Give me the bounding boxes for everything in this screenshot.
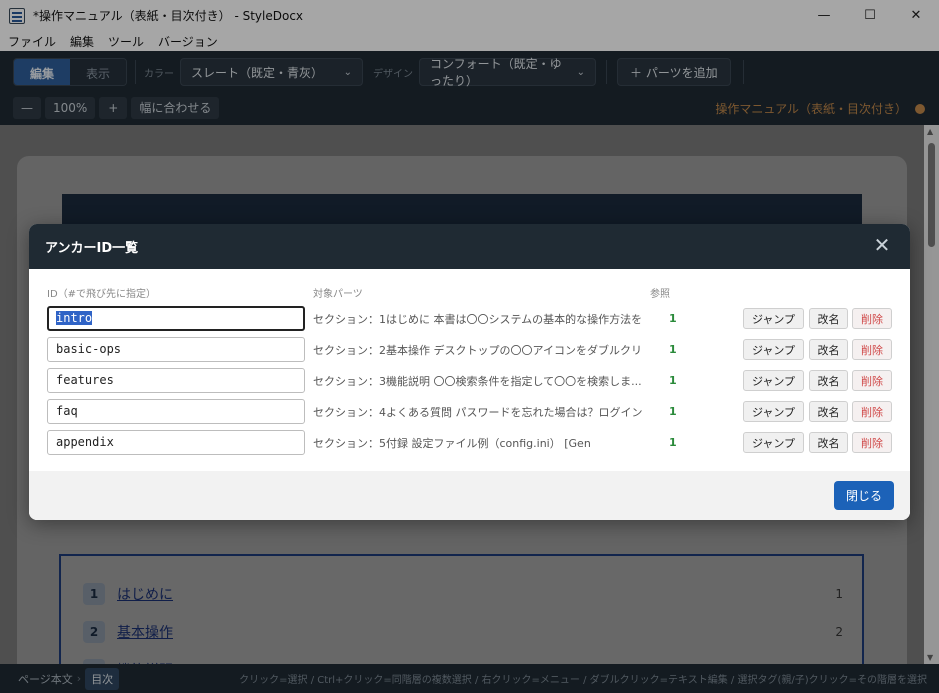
- anchor-id-input[interactable]: faq: [47, 399, 305, 424]
- anchor-row: basic-ops セクション：2基本操作 デスクトップの〇〇アイコンをダブルク…: [47, 337, 892, 363]
- anchor-id-dialog: アンカーID一覧 ✕ ID（#で飛び先に指定） 対象パーツ 参照 intro セ…: [29, 224, 910, 520]
- jump-button[interactable]: ジャンプ: [743, 339, 804, 360]
- delete-button[interactable]: 削除: [852, 432, 892, 453]
- jump-button[interactable]: ジャンプ: [743, 401, 804, 422]
- dialog-header: アンカーID一覧 ✕: [29, 224, 910, 269]
- anchor-ref-count: 1: [669, 436, 677, 449]
- anchor-ref-count: 1: [669, 312, 677, 325]
- rename-button[interactable]: 改名: [809, 370, 848, 391]
- rename-button[interactable]: 改名: [809, 432, 848, 453]
- anchor-row: features セクション：3機能説明 〇〇検索条件を指定して〇〇を検索しま.…: [47, 368, 892, 394]
- column-header-id: ID（#で飛び先に指定）: [47, 289, 157, 300]
- anchor-ref-count: 1: [669, 405, 677, 418]
- anchor-id-input[interactable]: intro: [47, 306, 305, 331]
- anchor-row: intro セクション：1はじめに 本書は〇〇システムの基本的な操作方法を...…: [47, 306, 892, 332]
- rename-button[interactable]: 改名: [809, 308, 848, 329]
- anchor-target: セクション：1はじめに 本書は〇〇システムの基本的な操作方法を...: [313, 313, 643, 326]
- column-header-ref: 参照: [650, 289, 670, 300]
- dialog-title: アンカーID一覧: [45, 241, 139, 256]
- anchor-id-input[interactable]: appendix: [47, 430, 305, 455]
- close-icon[interactable]: ✕: [872, 235, 892, 255]
- anchor-id-input[interactable]: basic-ops: [47, 337, 305, 362]
- anchor-ref-count: 1: [669, 343, 677, 356]
- anchor-row: appendix セクション：5付録 設定ファイル例（config.ini） […: [47, 430, 892, 456]
- rename-button[interactable]: 改名: [809, 339, 848, 360]
- anchor-ref-count: 1: [669, 374, 677, 387]
- jump-button[interactable]: ジャンプ: [743, 370, 804, 391]
- delete-button[interactable]: 削除: [852, 401, 892, 422]
- column-header-target: 対象パーツ: [313, 289, 363, 300]
- delete-button[interactable]: 削除: [852, 370, 892, 391]
- close-dialog-button[interactable]: 閉じる: [834, 481, 894, 510]
- delete-button[interactable]: 削除: [852, 339, 892, 360]
- anchor-target: セクション：4よくある質問 パスワードを忘れた場合は？ログイン画面の: [313, 406, 643, 419]
- dialog-body: ID（#で飛び先に指定） 対象パーツ 参照 intro セクション：1はじめに …: [29, 269, 910, 471]
- delete-button[interactable]: 削除: [852, 308, 892, 329]
- anchor-row: faq セクション：4よくある質問 パスワードを忘れた場合は？ログイン画面の 1…: [47, 399, 892, 425]
- anchor-target: セクション：2基本操作 デスクトップの〇〇アイコンをダブルクリックし: [313, 344, 643, 357]
- selected-text: intro: [56, 311, 93, 325]
- dialog-footer: 閉じる: [29, 471, 910, 520]
- jump-button[interactable]: ジャンプ: [743, 308, 804, 329]
- anchor-target: セクション：5付録 設定ファイル例（config.ini） [Gen: [313, 437, 591, 450]
- anchor-id-input[interactable]: features: [47, 368, 305, 393]
- jump-button[interactable]: ジャンプ: [743, 432, 804, 453]
- anchor-target: セクション：3機能説明 〇〇検索条件を指定して〇〇を検索しま...: [313, 375, 642, 388]
- rename-button[interactable]: 改名: [809, 401, 848, 422]
